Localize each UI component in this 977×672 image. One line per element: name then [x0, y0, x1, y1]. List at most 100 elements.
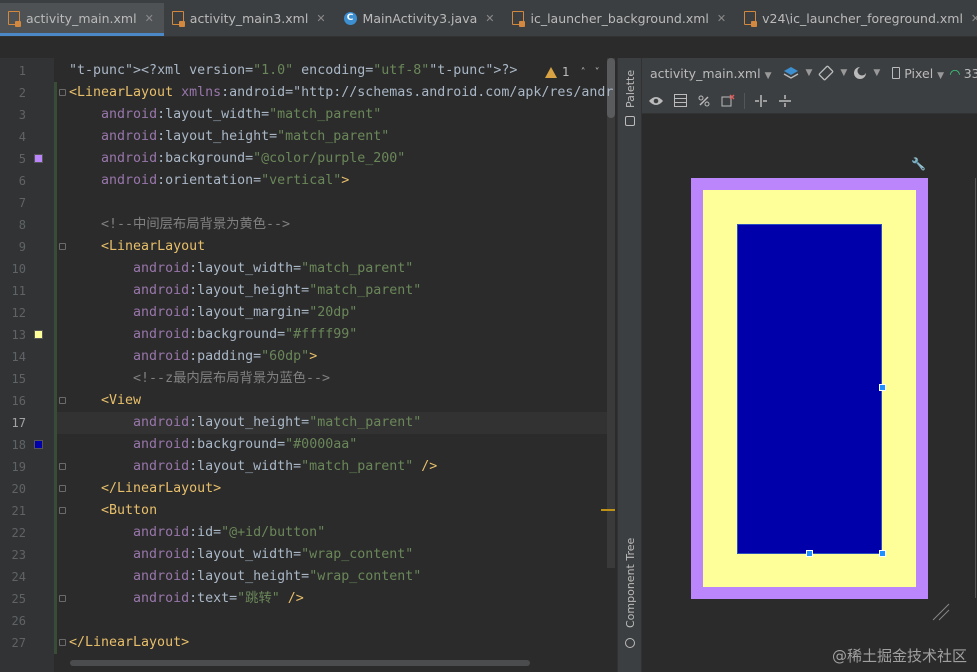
code-line[interactable]: android:layout_height="match_parent"	[69, 280, 421, 302]
code-line[interactable]: android:layout_width="match_parent"	[69, 104, 381, 126]
code-line[interactable]: <!--中间层布局背景为黄色-->	[69, 214, 290, 236]
resize-handle-bottom[interactable]	[806, 550, 813, 557]
night-mode-icon[interactable]	[853, 65, 867, 81]
chevron-down-icon[interactable]: ˅	[595, 67, 600, 78]
orientation-rotate-icon[interactable]	[818, 65, 834, 81]
editor-vertical-scrollbar[interactable]	[607, 58, 615, 568]
component-tree-tab[interactable]: Component Tree	[624, 538, 637, 628]
resize-handle-corner[interactable]	[879, 550, 886, 557]
close-icon[interactable]: ✕	[971, 12, 977, 25]
wrench-icon[interactable]: 🔧	[911, 157, 926, 171]
code-line[interactable]: android:background="#0000aa"	[69, 434, 357, 456]
fold-marker-icon[interactable]	[59, 595, 66, 602]
code-line[interactable]: android:orientation="vertical">	[69, 170, 349, 192]
editor-tab[interactable]: activity_main.xml ✕	[0, 3, 164, 36]
android-icon: ◠	[950, 65, 960, 81]
code-line[interactable]: </LinearLayout>	[69, 632, 189, 654]
fold-marker-icon[interactable]	[59, 243, 66, 250]
code-line[interactable]: android:id="@+id/button"	[69, 522, 325, 544]
design-surface-layers-icon[interactable]	[783, 65, 799, 81]
tab-label: MainActivity3.java	[362, 10, 478, 26]
code-line[interactable]: <LinearLayout	[69, 236, 205, 258]
line-number: 2	[18, 86, 26, 100]
editor-tab[interactable]: v24\ic_launcher_foreground.xml ✕	[736, 3, 977, 36]
root-linear-layout-preview[interactable]	[691, 178, 928, 599]
blueprint-grid-icon[interactable]	[672, 93, 688, 109]
fold-marker-icon[interactable]	[59, 639, 66, 646]
inspection-widget[interactable]: 1 ˄ ˅	[545, 65, 600, 79]
error-stripe-marker[interactable]	[601, 509, 615, 511]
tab-label: activity_main.xml	[26, 10, 137, 26]
editor-horizontal-scroll-thumb[interactable]	[70, 660, 530, 666]
fold-marker-icon[interactable]	[59, 89, 66, 96]
code-line[interactable]: <Button	[69, 500, 157, 522]
line-number: 1	[18, 64, 26, 78]
vertical-guideline-icon[interactable]	[777, 93, 793, 109]
color-swatch-icon[interactable]	[34, 330, 43, 339]
inner-view-preview[interactable]	[737, 224, 882, 554]
fold-marker-icon[interactable]	[59, 397, 66, 404]
adjacent-preview-edge	[975, 178, 976, 598]
line-number: 18	[11, 438, 26, 452]
fold-marker-icon[interactable]	[59, 485, 66, 492]
code-editor[interactable]: 1 ˄ ˅ 1 "t-punc"><?xml version="1.0" enco…	[0, 58, 617, 672]
line-number: 22	[11, 526, 26, 540]
line-number: 17	[11, 416, 26, 430]
close-icon[interactable]: ✕	[145, 12, 154, 25]
code-line[interactable]: android:text="跳转" />	[69, 588, 304, 610]
line-number: 16	[11, 394, 26, 408]
code-line[interactable]: </LinearLayout>	[69, 478, 221, 500]
close-icon[interactable]: ✕	[717, 12, 726, 25]
xml-file-icon	[171, 11, 185, 27]
editor-tab[interactable]: ic_launcher_background.xml ✕	[504, 3, 736, 36]
code-line[interactable]: android:background="@color/purple_200"	[69, 148, 405, 170]
line-number: 23	[11, 548, 26, 562]
code-line[interactable]: android:layout_margin="20dp"	[69, 302, 357, 324]
component-tree-icon[interactable]	[625, 638, 635, 648]
resize-handle-right[interactable]	[879, 384, 886, 391]
api-level-dropdown[interactable]: ◠ 33	[950, 66, 977, 81]
code-line[interactable]: "t-punc"><?xml version="1.0" encoding="u…	[69, 60, 517, 82]
color-swatch-icon[interactable]	[34, 440, 43, 449]
vcs-change-bar	[54, 82, 57, 654]
close-icon[interactable]: ✕	[485, 12, 494, 25]
watermark-text: @稀土掘金技术社区	[831, 647, 967, 665]
layout-file-dropdown[interactable]: activity_main.xml ▼	[650, 66, 771, 81]
close-icon[interactable]: ✕	[316, 12, 325, 25]
editor-tab[interactable]: C MainActivity3.java ✕	[336, 3, 505, 36]
code-line[interactable]: android:layout_width="match_parent"	[69, 258, 413, 280]
code-line[interactable]: <!--z最内层布局背景为蓝色-->	[69, 368, 330, 390]
design-toolbar: activity_main.xml ▼ ▼ ▼ ▼ Pixel ▼ ◠ 33	[642, 58, 977, 88]
code-line[interactable]: android:layout_height="match_parent"	[69, 412, 421, 434]
code-line[interactable]: android:layout_width="match_parent" />	[69, 456, 437, 478]
color-swatch-icon[interactable]	[34, 154, 43, 163]
code-line[interactable]: android:padding="60dp">	[69, 346, 317, 368]
code-line[interactable]: <LinearLayout xmlns:android="http://sche…	[69, 82, 613, 104]
warning-count: 1	[562, 65, 570, 79]
horizontal-guideline-icon[interactable]	[753, 93, 769, 109]
code-line[interactable]: android:layout_width="wrap_content"	[69, 544, 413, 566]
chevron-down-icon[interactable]: ▼	[873, 68, 880, 78]
line-number: 21	[11, 504, 26, 518]
xml-file-icon	[8, 11, 21, 27]
code-line[interactable]: android:layout_height="match_parent"	[69, 126, 389, 148]
editor-tab[interactable]: activity_main3.xml ✕	[164, 3, 336, 36]
palette-tab[interactable]: Palette	[624, 70, 637, 108]
fold-marker-icon[interactable]	[59, 463, 66, 470]
design-secondary-toolbar	[642, 88, 977, 114]
palette-icon[interactable]	[625, 116, 635, 126]
code-line[interactable]: android:layout_height="wrap_content"	[69, 566, 421, 588]
clear-constraints-icon[interactable]	[720, 93, 736, 109]
device-dropdown[interactable]: Pixel ▼	[892, 66, 944, 81]
code-line[interactable]: android:background="#ffff99"	[69, 324, 357, 346]
eye-icon[interactable]	[648, 93, 664, 109]
fold-marker-icon[interactable]	[59, 507, 66, 514]
canvas-resize-grip-icon[interactable]	[931, 602, 951, 622]
chevron-down-icon[interactable]: ▼	[805, 68, 812, 78]
chevron-down-icon[interactable]: ▼	[840, 68, 847, 78]
chevron-down-icon: ▼	[937, 70, 945, 81]
code-line[interactable]: <View	[69, 390, 141, 412]
disable-autoconnect-icon[interactable]	[696, 93, 712, 109]
chevron-up-icon[interactable]: ˄	[581, 67, 586, 78]
design-side-strip: Palette Component Tree	[617, 58, 642, 672]
